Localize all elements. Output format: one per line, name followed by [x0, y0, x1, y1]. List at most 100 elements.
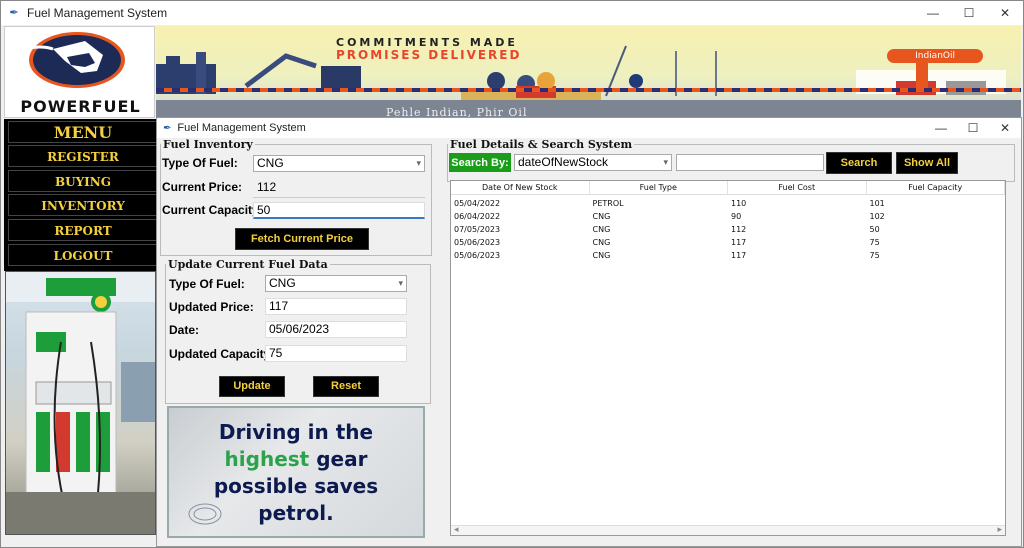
column-header-fuel-cost[interactable]: Fuel Cost — [728, 181, 867, 194]
search-button[interactable]: Search — [826, 152, 892, 174]
updated-capacity-label: Updated Capacity: — [169, 347, 275, 361]
menu-item-inventory[interactable]: INVENTORY — [8, 194, 158, 216]
promo-highlight: highest — [224, 447, 310, 471]
table-cell: 75 — [869, 251, 880, 260]
table-cell: 102 — [869, 212, 885, 221]
banner-brand: IndianOil — [887, 49, 983, 63]
inner-window-title: Fuel Management System — [177, 122, 306, 134]
maximize-button[interactable]: ☐ — [951, 1, 987, 25]
horizontal-scrollbar[interactable]: ◂ ▸ — [451, 524, 1005, 535]
update-button[interactable]: Update — [219, 376, 285, 397]
table-cell: 50 — [869, 225, 880, 234]
fuel-nozzle-logo-icon — [24, 32, 125, 88]
table-cell: 75 — [869, 238, 880, 247]
inventory-type-value: CNG — [257, 156, 284, 170]
current-capacity-label: Current Capacity: — [162, 203, 263, 217]
table-header: Date Of New Stock Fuel Type Fuel Cost Fu… — [451, 181, 1005, 195]
powerfuel-logo: POWERFUEL — [4, 26, 155, 118]
table-cell: 05/06/2023 — [454, 251, 501, 260]
window-titlebar: ✒ Fuel Management System — ☐ ✕ — [1, 1, 1023, 25]
updated-price-field[interactable]: 117 — [265, 298, 407, 315]
fuel-details-table[interactable]: Date Of New Stock Fuel Type Fuel Cost Fu… — [450, 180, 1006, 536]
banner-base — [156, 100, 1021, 118]
table-cell: 07/05/2023 — [454, 225, 501, 234]
banner-stripe — [156, 88, 1021, 92]
promo-stamp-icon — [188, 503, 222, 525]
column-header-fuel-capacity[interactable]: Fuel Capacity — [867, 181, 1005, 194]
inner-window: ✒ Fuel Management System — ☐ ✕ Fuel Inve… — [156, 117, 1022, 547]
app-feather-icon: ✒ — [9, 7, 19, 19]
scroll-right-icon[interactable]: ▸ — [997, 524, 1002, 535]
inner-titlebar: ✒ Fuel Management System — ☐ ✕ — [157, 118, 1021, 138]
fetch-price-button[interactable]: Fetch Current Price — [235, 228, 369, 250]
search-field-combo[interactable]: dateOfNewStock ▾ — [514, 154, 672, 171]
menu-item-report[interactable]: REPORT — [8, 219, 158, 241]
table-row[interactable]: 06/04/2022 CNG 90 102 — [451, 210, 1005, 223]
fuel-pump-image-icon — [6, 272, 155, 534]
chevron-down-icon: ▾ — [663, 157, 668, 167]
reset-button[interactable]: Reset — [313, 376, 379, 397]
banner-subheadline: PROMISES DELIVERED — [336, 48, 522, 62]
current-capacity-field[interactable]: 50 — [253, 202, 425, 219]
outer-window: ✒ Fuel Management System — ☐ ✕ POWERFUEL — [0, 0, 1024, 548]
table-cell: 110 — [731, 199, 747, 208]
window-title: Fuel Management System — [27, 6, 168, 20]
inner-feather-icon: ✒ — [163, 122, 172, 134]
table-cell: 112 — [731, 225, 747, 234]
update-fuel-legend: Update Current Fuel Data — [168, 258, 328, 271]
table-row[interactable]: 05/06/2023 CNG 117 75 — [451, 249, 1005, 262]
updated-capacity-field[interactable]: 75 — [265, 345, 407, 362]
update-type-value: CNG — [269, 276, 296, 290]
chevron-down-icon: ▾ — [416, 158, 421, 168]
table-cell: CNG — [592, 238, 611, 247]
minimize-button[interactable]: — — [915, 1, 951, 25]
close-button[interactable]: ✕ — [987, 1, 1023, 25]
search-legend: Fuel Details & Search System — [450, 138, 633, 151]
menu-item-register[interactable]: REGISTER — [8, 145, 158, 167]
inner-close-button[interactable]: ✕ — [989, 118, 1021, 138]
search-by-label: Search By: — [449, 153, 511, 172]
table-body: 05/04/2022 PETROL 110 101 06/04/2022 CNG… — [451, 197, 1005, 262]
inventory-type-combo[interactable]: CNG ▾ — [253, 155, 425, 172]
current-price-value: 112 — [257, 180, 277, 194]
inventory-type-label: Type Of Fuel: — [162, 156, 238, 170]
chevron-down-icon: ▾ — [398, 278, 403, 288]
promo-line-2: highest gear — [169, 447, 423, 471]
promo-line-3: possible saves — [213, 474, 379, 498]
table-row[interactable]: 05/04/2022 PETROL 110 101 — [451, 197, 1005, 210]
table-cell: 05/04/2022 — [454, 199, 501, 208]
inner-maximize-button[interactable]: ☐ — [957, 118, 989, 138]
table-row[interactable]: 05/06/2023 CNG 117 75 — [451, 236, 1005, 249]
table-row[interactable]: 07/05/2023 CNG 112 50 — [451, 223, 1005, 236]
indianoil-banner: COMMITMENTS MADE PROMISES DELIVERED Indi… — [156, 26, 1021, 118]
inner-minimize-button[interactable]: — — [925, 118, 957, 138]
menu-item-buying[interactable]: BUYING — [8, 170, 158, 192]
date-label: Date: — [169, 323, 200, 337]
table-cell: 05/06/2023 — [454, 238, 501, 247]
search-field-value: dateOfNewStock — [518, 155, 609, 169]
date-field[interactable]: 05/06/2023 — [265, 321, 407, 338]
column-header-fuel-type[interactable]: Fuel Type — [590, 181, 728, 194]
side-menu: MENU REGISTER BUYING INVENTORY REPORT LO… — [4, 119, 158, 271]
column-header-date[interactable]: Date Of New Stock — [451, 181, 590, 194]
table-cell: CNG — [592, 251, 611, 260]
show-all-button[interactable]: Show All — [896, 152, 958, 174]
table-cell: 117 — [731, 251, 747, 260]
table-cell: 90 — [731, 212, 742, 221]
menu-item-logout[interactable]: LOGOUT — [8, 244, 158, 266]
menu-title: MENU — [8, 121, 158, 143]
table-cell: 101 — [869, 199, 885, 208]
scroll-left-icon[interactable]: ◂ — [454, 524, 459, 535]
updated-price-label: Updated Price: — [169, 300, 254, 314]
price-divider — [253, 197, 425, 198]
table-cell: 117 — [731, 238, 747, 247]
fuel-inventory-legend: Fuel Inventory — [163, 138, 253, 151]
update-type-combo[interactable]: CNG ▾ — [265, 275, 407, 292]
fuel-pump-photo — [5, 271, 156, 535]
promo-line-2-rest: gear — [309, 447, 368, 471]
table-cell: CNG — [592, 225, 611, 234]
search-input[interactable] — [676, 154, 824, 171]
promo-line-1: Driving in the — [218, 420, 374, 444]
table-cell: CNG — [592, 212, 611, 221]
logo-text: POWERFUEL — [20, 97, 141, 116]
